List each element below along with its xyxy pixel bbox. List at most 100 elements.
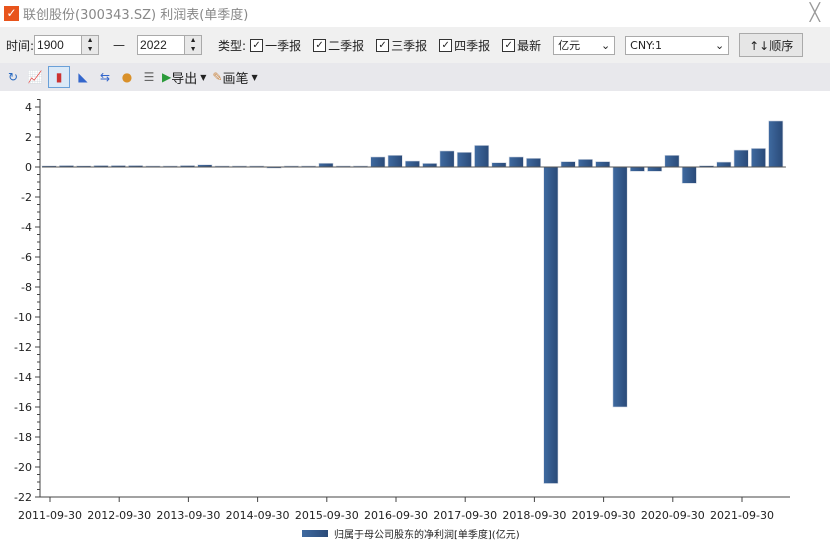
bar-2020-03-31 <box>629 166 645 172</box>
export-button[interactable]: ▶ 导出 ▼ <box>162 68 206 87</box>
checkbox-icon[interactable]: ✓ <box>250 38 264 52</box>
stack-chart-icon[interactable]: ⇆ <box>96 68 114 86</box>
legend-label: 归属于母公司股东的净利润[单季度](亿元) <box>334 528 520 541</box>
end-year-value: 2022 <box>140 38 167 52</box>
y-tick-label: -18 <box>14 431 32 444</box>
checkbox-label: 四季报 <box>454 38 491 53</box>
y-tick-label: 4 <box>25 101 32 114</box>
currency-value: CNY:1 <box>630 38 663 52</box>
type-checkbox-1[interactable]: ✓ 二季报 <box>313 37 364 54</box>
bar-2021-12-31 <box>750 148 766 168</box>
x-tick-label: 2017-09-30 <box>433 509 497 522</box>
bar-2019-03-31 <box>560 161 576 168</box>
bar-2019-09-30 <box>595 161 611 168</box>
currency-select[interactable]: CNY:1 ⌄ <box>625 35 730 55</box>
bar-2020-12-31 <box>681 166 697 184</box>
pen-label: 画笔 <box>222 71 249 87</box>
checkbox-label: 二季报 <box>328 38 365 53</box>
bar-2022-03-31 <box>768 120 784 168</box>
bar-2018-09-30 <box>526 158 542 168</box>
y-tick-label: -8 <box>21 281 32 294</box>
window-title: 联创股份(300343.SZ) 利润表(单季度) <box>23 8 249 23</box>
x-tick-label: 2013-09-30 <box>156 509 220 522</box>
y-tick-label: -12 <box>14 341 32 354</box>
bar-2018-03-31 <box>491 162 507 168</box>
type-checkbox-0[interactable]: ✓ 一季报 <box>250 37 301 54</box>
legend-swatch <box>302 530 328 537</box>
refresh-icon[interactable]: ↻ <box>4 68 22 86</box>
app-logo-icon: ✓ <box>4 6 19 21</box>
dropdown-icon: ▼ <box>200 72 207 82</box>
x-tick-label: 2015-09-30 <box>295 509 359 522</box>
export-icon: ▶ <box>162 70 172 84</box>
bar-chart: 4 2 0 -2 -4 -6 -8 -10 -12 -14 -16 -18 -20 -22 2011-09-… <box>14 99 790 541</box>
checkbox-label: 一季报 <box>265 38 302 53</box>
order-button[interactable]: ↑↓顺序 <box>739 33 804 57</box>
x-tick-label: 2019-09-30 <box>572 509 636 522</box>
start-year-value: 1900 <box>37 38 64 52</box>
table-icon[interactable]: ☰ <box>140 68 158 86</box>
start-year-spinner[interactable]: ▲ ▼ <box>81 36 99 54</box>
x-tick-label: 2021-09-30 <box>710 509 774 522</box>
bar-2020-06-30 <box>647 166 663 172</box>
range-dash: — <box>113 38 126 52</box>
title-bar: ✓ 联创股份(300343.SZ) 利润表(单季度) ╳ <box>0 0 830 27</box>
pen-button[interactable]: ✎ 画笔 ▼ <box>212 68 257 87</box>
line-chart-icon[interactable]: 📈 <box>26 68 44 86</box>
bar-2021-09-30 <box>733 149 749 168</box>
bar-2017-03-31 <box>422 163 438 168</box>
type-checkbox-4[interactable]: ✓ 最新 <box>502 37 541 54</box>
tag-icon[interactable]: ● <box>118 68 136 86</box>
bar-2016-09-30 <box>387 155 403 168</box>
bar-2016-12-31 <box>404 160 420 168</box>
bar-2017-12-31 <box>474 145 490 168</box>
y-tick-label: -6 <box>21 251 32 264</box>
bar-2017-06-30 <box>439 150 455 168</box>
y-tick-label: 2 <box>25 131 32 144</box>
end-year-input[interactable]: 2022 ▲ ▼ <box>137 35 203 55</box>
unit-select[interactable]: 亿元 ⌄ <box>553 35 616 55</box>
type-checkbox-3[interactable]: ✓ 四季报 <box>439 37 490 54</box>
y-tick-label: -20 <box>14 461 32 474</box>
bar-2018-06-30 <box>508 156 524 168</box>
type-label: 类型: <box>218 38 247 53</box>
checkbox-icon[interactable]: ✓ <box>439 38 453 52</box>
bar-chart-icon[interactable]: ▮ <box>48 66 70 88</box>
x-tick-label: 2011-09-30 <box>18 509 82 522</box>
area-chart-icon[interactable]: ◣ <box>74 68 92 86</box>
y-tick-label: -4 <box>21 221 32 234</box>
x-tick-label: 2020-09-30 <box>641 509 705 522</box>
bar-2020-09-30 <box>664 155 680 168</box>
y-tick-label: -10 <box>14 311 32 324</box>
bar-2018-12-31 <box>543 166 559 484</box>
end-year-spinner[interactable]: ▲ ▼ <box>184 36 202 54</box>
export-label: 导出 <box>171 71 198 87</box>
dropdown-icon: ▼ <box>251 72 258 82</box>
y-tick-label: 0 <box>25 161 32 174</box>
x-tick-label: 2018-09-30 <box>502 509 566 522</box>
bar-2017-09-30 <box>456 151 472 168</box>
x-tick-label: 2014-09-30 <box>226 509 290 522</box>
y-tick-label: -2 <box>21 191 32 204</box>
chevron-down-icon: ⌄ <box>714 38 725 52</box>
bar-2021-06-30 <box>716 161 732 168</box>
y-tick-label: -22 <box>14 491 32 504</box>
checkbox-label: 三季报 <box>391 38 428 53</box>
unit-value: 亿元 <box>558 39 581 52</box>
y-tick-label: -14 <box>14 371 32 384</box>
x-tick-label: 2016-09-30 <box>364 509 428 522</box>
checkbox-icon[interactable]: ✓ <box>502 38 516 52</box>
bar-2019-12-31 <box>612 166 628 408</box>
chevron-down-icon: ⌄ <box>600 38 611 52</box>
close-button[interactable]: ╳ <box>810 3 820 23</box>
start-year-input[interactable]: 1900 ▲ ▼ <box>34 35 100 55</box>
x-tick-label: 2012-09-30 <box>87 509 151 522</box>
chart-toolbar: ↻ 📈 ▮ ◣ ⇆ ● ☰ ▶ 导出 ▼ ✎ 画笔 ▼ <box>0 63 830 91</box>
y-tick-label: -16 <box>14 401 32 414</box>
bar-2019-06-30 <box>577 159 593 168</box>
type-checkbox-2[interactable]: ✓ 三季报 <box>376 37 427 54</box>
checkbox-label: 最新 <box>517 38 542 53</box>
time-label: 时间: <box>6 38 35 53</box>
checkbox-icon[interactable]: ✓ <box>376 38 390 52</box>
checkbox-icon[interactable]: ✓ <box>313 38 327 52</box>
